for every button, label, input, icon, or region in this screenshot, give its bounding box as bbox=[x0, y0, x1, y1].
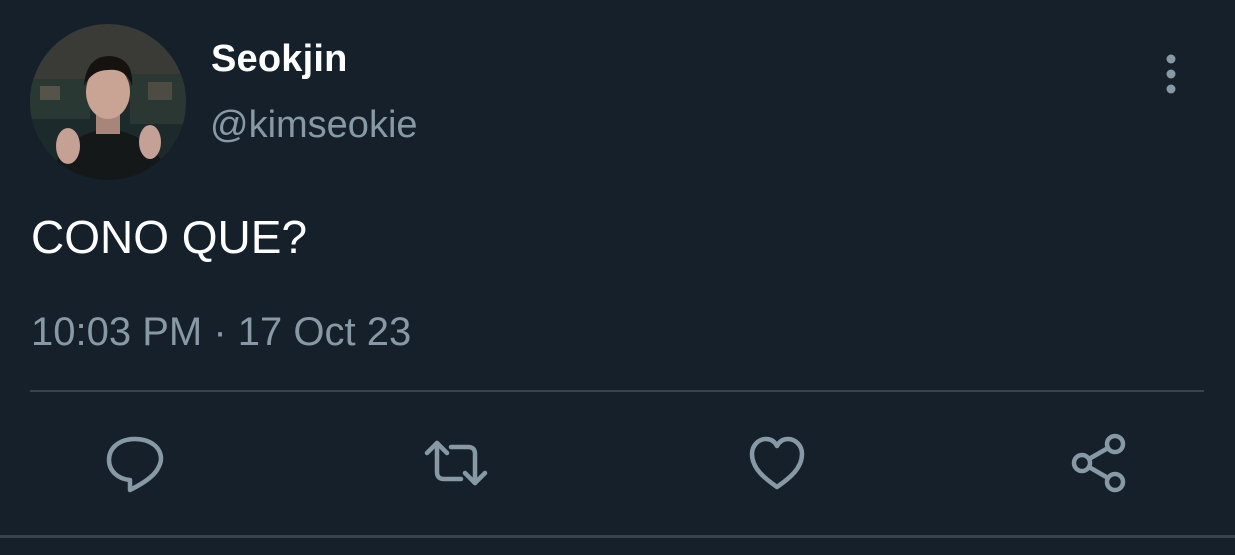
like-button[interactable] bbox=[744, 430, 810, 496]
tweet-text: CONO QUE? bbox=[31, 211, 308, 263]
share-button[interactable] bbox=[1066, 430, 1132, 496]
reply-button[interactable] bbox=[102, 430, 168, 496]
author-handle[interactable]: @kimseokie bbox=[210, 104, 418, 147]
divider bbox=[30, 390, 1204, 392]
vertical-dots-icon bbox=[1166, 54, 1176, 94]
comment-bubble-icon bbox=[106, 436, 164, 493]
divider bbox=[0, 535, 1235, 538]
avatar-image bbox=[30, 24, 186, 180]
retweet-button[interactable] bbox=[423, 430, 489, 496]
retweet-arrows-icon bbox=[424, 440, 488, 486]
more-options-button[interactable] bbox=[1152, 52, 1190, 98]
share-nodes-icon bbox=[1071, 433, 1126, 493]
author-display-name[interactable]: Seokjin bbox=[211, 38, 348, 81]
tweet-timestamp[interactable]: 10:03 PM · 17 Oct 23 bbox=[31, 310, 411, 355]
heart-icon bbox=[749, 436, 805, 490]
avatar[interactable] bbox=[30, 24, 186, 180]
